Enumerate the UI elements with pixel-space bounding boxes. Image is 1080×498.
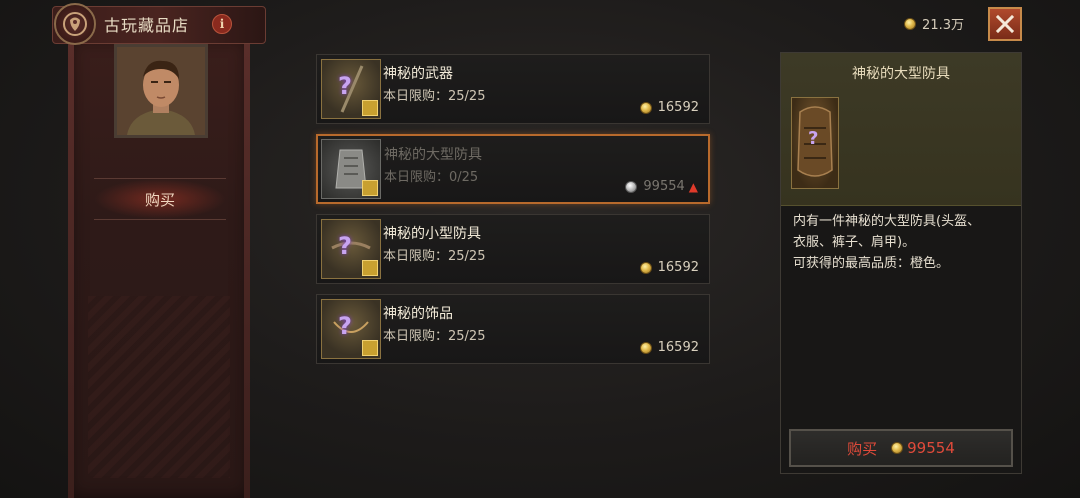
item-price: 16592 (639, 260, 699, 275)
item-name: 神秘的大型防具 (384, 147, 482, 163)
list-item-jewelry[interactable]: ? 神秘的饰品 本日限购：25/25 16592 (316, 294, 710, 364)
description-line: 可获得的最高品质：橙色。 (793, 256, 950, 271)
gold-badge-icon (362, 260, 378, 276)
mystery-weapon-icon: ? (321, 59, 381, 119)
currency-amount: 21.3万 (922, 18, 964, 33)
gold-coin-icon (891, 442, 904, 454)
gold-coin-icon (639, 101, 652, 114)
detail-title: 神秘的大型防具 (852, 66, 950, 82)
gold-coin-icon (639, 261, 652, 274)
gold-badge-icon (362, 100, 378, 116)
mystery-small-armor-icon: ? (321, 219, 381, 279)
list-item-small-armor[interactable]: ? 神秘的小型防具 本日限购：25/25 16592 (316, 214, 710, 284)
mystery-large-armor-icon: ? (791, 97, 839, 189)
item-name: 神秘的小型防具 (383, 226, 481, 242)
shop-title: 古玩藏品店 (104, 16, 190, 35)
silver-coin-icon (625, 180, 638, 193)
item-list: ? 神秘的武器 本日限购：25/25 16592 神秘的大型防具 本日限购：0/… (316, 54, 710, 374)
gold-badge-icon (362, 180, 378, 196)
tab-buy-label: 购买 (144, 190, 175, 209)
detail-header: 神秘的大型防具 ? (781, 53, 1021, 206)
mystery-jewelry-icon: ? (321, 299, 381, 359)
buy-price-value: 99554 (907, 439, 955, 457)
item-name: 神秘的饰品 (383, 306, 453, 322)
item-limit: 本日限购：0/25 (384, 170, 479, 185)
detail-description: 内有一件神秘的大型防具(头盔、 衣服、裤子、肩甲)。 可获得的最高品质：橙色。 (793, 211, 1011, 274)
buy-button-label: 购买 (847, 439, 878, 458)
list-item-weapon[interactable]: ? 神秘的武器 本日限购：25/25 16592 (316, 54, 710, 124)
gold-coin-icon (904, 17, 917, 30)
question-mark-icon: ? (338, 72, 352, 100)
shop-emblem-icon (54, 3, 96, 45)
currency-display: 21.3万 (904, 14, 964, 33)
item-price-value: 16592 (657, 100, 699, 115)
price-up-arrow-icon: ▲ (688, 179, 698, 194)
banner-pattern (88, 296, 230, 478)
mystery-large-armor-icon (321, 139, 381, 199)
item-name: 神秘的武器 (383, 66, 453, 82)
item-limit: 本日限购：25/25 (383, 249, 486, 264)
item-price: 16592 (639, 100, 699, 115)
description-line: 衣服、裤子、肩甲)。 (793, 235, 916, 250)
info-icon[interactable]: i (212, 14, 232, 34)
item-price-value: 16592 (657, 340, 699, 355)
item-detail-panel: 神秘的大型防具 ? 内有一件神秘的大型防具(头盔、 衣服、裤子、肩甲)。 可获得… (780, 52, 1022, 474)
question-mark-icon: ? (338, 312, 352, 340)
item-price: 99554 ▲ (625, 179, 698, 194)
description-line: 内有一件神秘的大型防具(头盔、 (793, 214, 981, 229)
svg-text:?: ? (808, 128, 818, 149)
buy-button[interactable]: 购买 99554 (789, 429, 1013, 467)
gold-coin-icon (639, 341, 652, 354)
question-mark-icon: ? (338, 232, 352, 260)
item-price: 16592 (639, 340, 699, 355)
gold-badge-icon (362, 340, 378, 356)
tab-buy[interactable]: 购买 (94, 178, 226, 220)
item-price-value: 16592 (657, 260, 699, 275)
item-limit: 本日限购：25/25 (383, 89, 486, 104)
item-price-value: 99554 (643, 179, 685, 194)
list-item-large-armor[interactable]: 神秘的大型防具 本日限购：0/25 99554 ▲ (316, 134, 710, 204)
vendor-portrait (114, 44, 208, 138)
close-icon (995, 14, 1015, 34)
close-button[interactable] (988, 7, 1022, 41)
item-limit: 本日限购：25/25 (383, 329, 486, 344)
buy-button-price: 99554 (891, 439, 955, 457)
